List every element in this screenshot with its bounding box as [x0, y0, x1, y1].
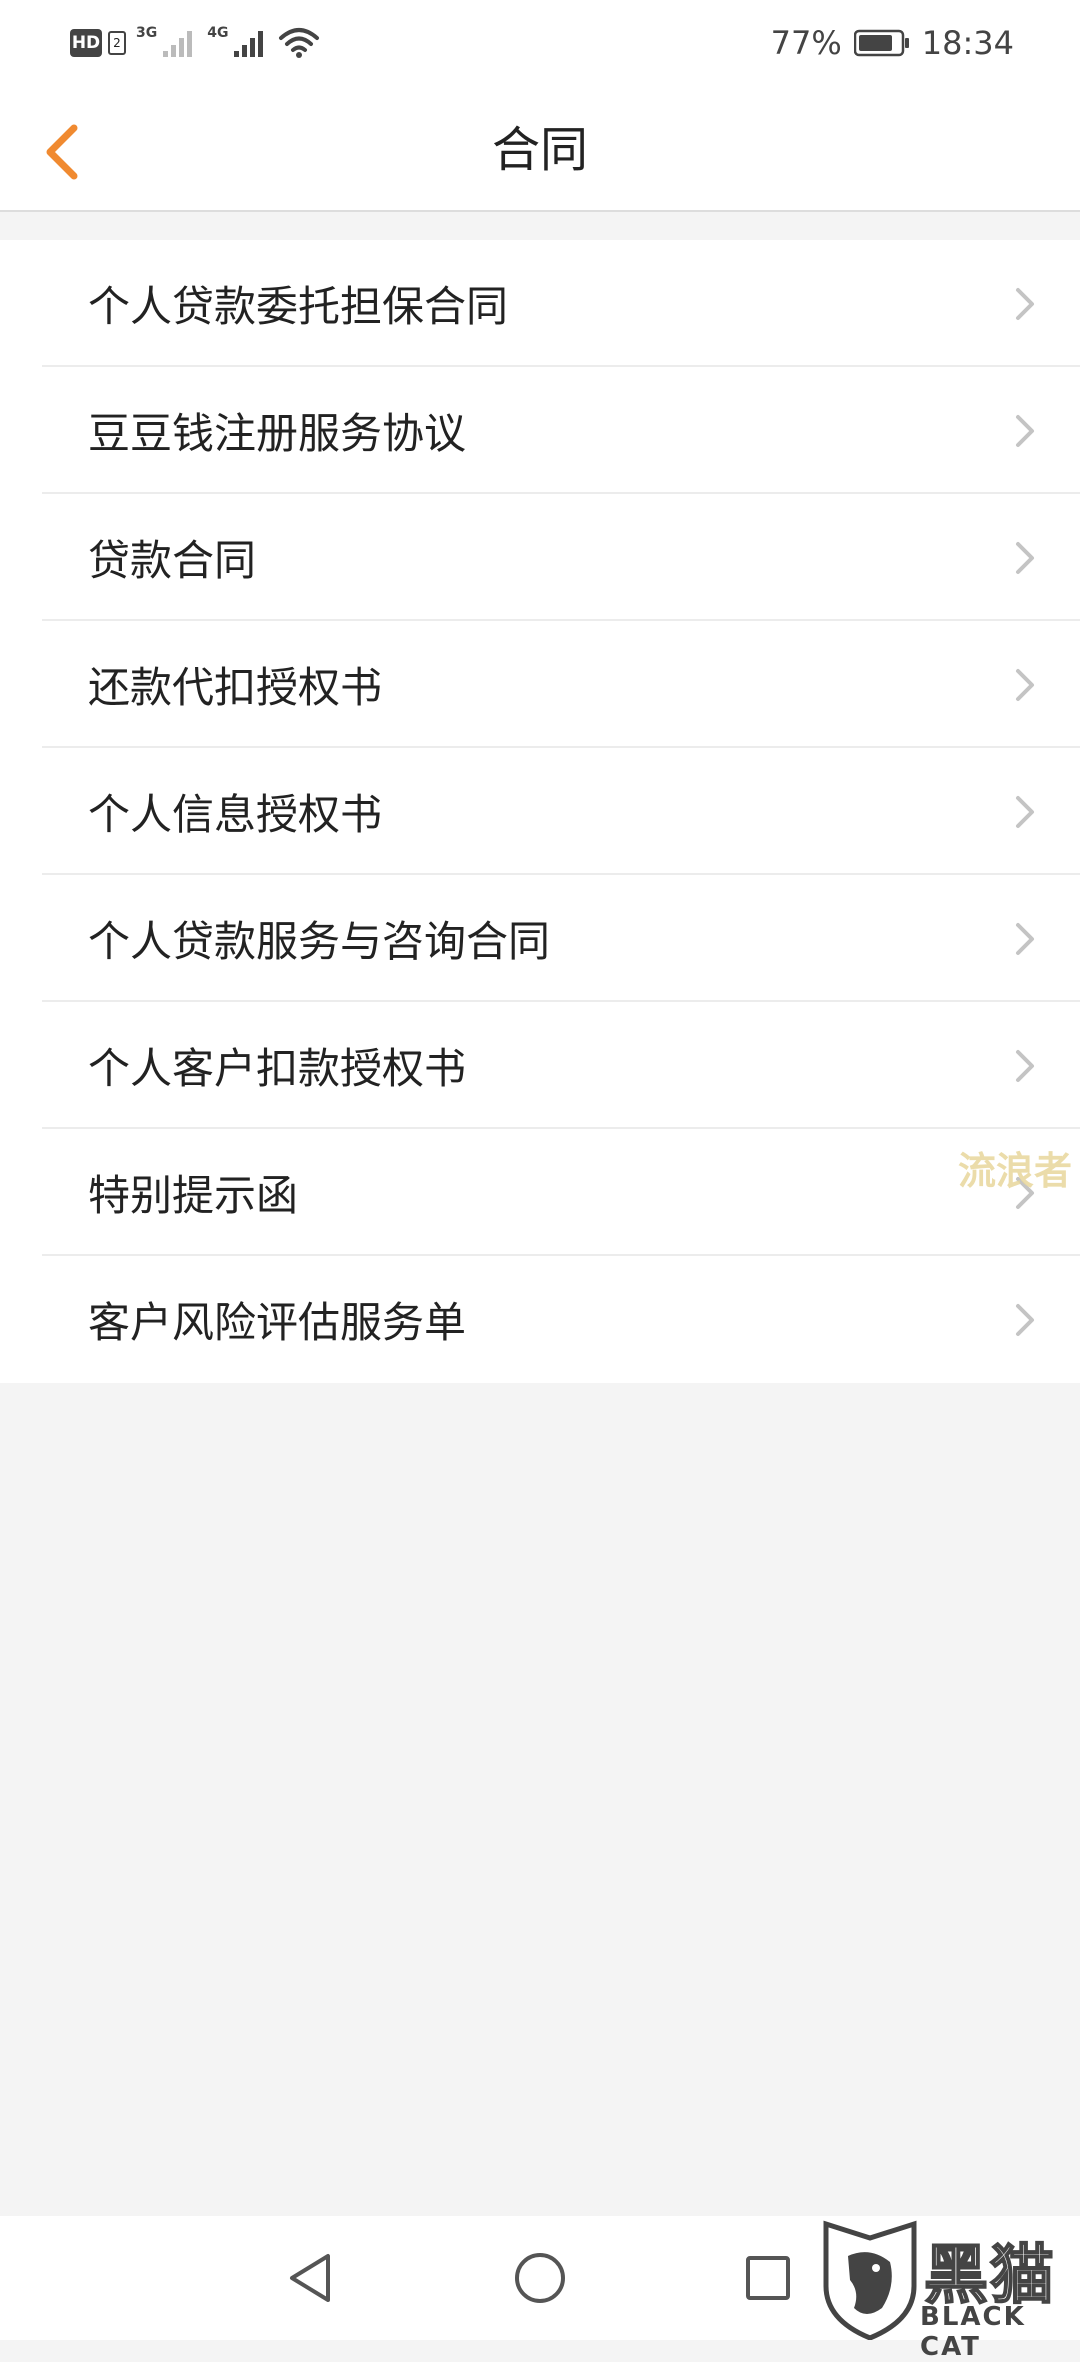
list-item-label: 个人信息授权书 — [88, 790, 383, 839]
contract-list: 个人贷款委托担保合同 豆豆钱注册服务协议 贷款合同 还款代扣授权书 个人信息授权… — [0, 240, 1080, 1383]
list-item-label: 客户风险评估服务单 — [88, 1298, 467, 1347]
page-title: 合同 — [491, 122, 588, 178]
status-bar: HD 2 3G 4G 77% 18:34 — [0, 0, 1080, 90]
header-bar: 合同 — [0, 90, 1080, 212]
list-item-personal-info-authorization[interactable]: 个人信息授权书 — [0, 748, 1080, 875]
list-item-loan-contract[interactable]: 贷款合同 — [0, 494, 1080, 621]
chevron-right-icon — [1016, 287, 1034, 320]
system-nav-bar: 黑猫 BLACK CAT — [0, 2216, 1080, 2362]
chevron-right-icon — [1016, 541, 1034, 574]
black-cat-logo: 黑猫 BLACK CAT — [810, 2216, 1080, 2362]
battery-icon — [853, 29, 909, 57]
hd-sub-badge: 2 — [108, 31, 126, 55]
back-button[interactable] — [22, 112, 102, 192]
list-item-label: 豆豆钱注册服务协议 — [88, 409, 467, 458]
nav-recents-button[interactable] — [728, 2238, 808, 2318]
chevron-right-icon — [1016, 922, 1034, 955]
nav-home-button[interactable] — [500, 2238, 580, 2318]
list-item-registration-agreement[interactable]: 豆豆钱注册服务协议 — [0, 367, 1080, 494]
list-item-label: 贷款合同 — [88, 536, 257, 585]
status-left: HD 2 3G 4G — [70, 25, 320, 60]
list-item-deduction-authorization[interactable]: 个人客户扣款授权书 — [0, 1002, 1080, 1129]
list-item-loan-service-consulting[interactable]: 个人贷款服务与咨询合同 — [0, 875, 1080, 1002]
list-item-personal-loan-guarantee[interactable]: 个人贷款委托担保合同 — [0, 240, 1080, 367]
list-item-label: 个人客户扣款授权书 — [88, 1044, 467, 1093]
cat-shield-icon — [823, 2220, 917, 2340]
list-item-label: 个人贷款服务与咨询合同 — [88, 917, 551, 966]
watermark-text: 流浪者 — [957, 1149, 1072, 1193]
chevron-left-icon — [46, 124, 78, 180]
circle-home-icon — [515, 2253, 565, 2303]
chevron-right-icon — [1016, 668, 1034, 701]
signal-full-icon — [234, 31, 264, 57]
list-item-label: 个人贷款委托担保合同 — [88, 282, 509, 331]
list-item-label: 还款代扣授权书 — [88, 663, 383, 712]
clock-time: 18:34 — [921, 24, 1014, 62]
list-item-label: 特别提示函 — [88, 1171, 299, 1220]
chevron-right-icon — [1016, 1049, 1034, 1082]
status-right: 77% 18:34 — [771, 24, 1014, 62]
chevron-right-icon — [1016, 795, 1034, 828]
square-recents-icon — [746, 2256, 790, 2300]
chevron-right-icon — [1016, 1303, 1034, 1336]
list-item-repayment-authorization[interactable]: 还款代扣授权书 — [0, 621, 1080, 748]
hd-badge: HD — [70, 29, 102, 57]
triangle-back-icon — [290, 2254, 330, 2302]
chevron-right-icon — [1016, 414, 1034, 447]
network-label-3g: 3G — [136, 25, 158, 41]
wifi-icon — [279, 28, 320, 58]
list-item-special-notice[interactable]: 特别提示函 — [0, 1129, 1080, 1256]
signal-weak-icon — [163, 31, 193, 57]
nav-back-button[interactable] — [270, 2238, 350, 2318]
battery-percent: 77% — [770, 24, 842, 62]
network-label-4g: 4G — [207, 25, 229, 41]
logo-text-en: BLACK CAT — [920, 2302, 1026, 2362]
list-item-risk-assessment[interactable]: 客户风险评估服务单 — [0, 1256, 1080, 1383]
